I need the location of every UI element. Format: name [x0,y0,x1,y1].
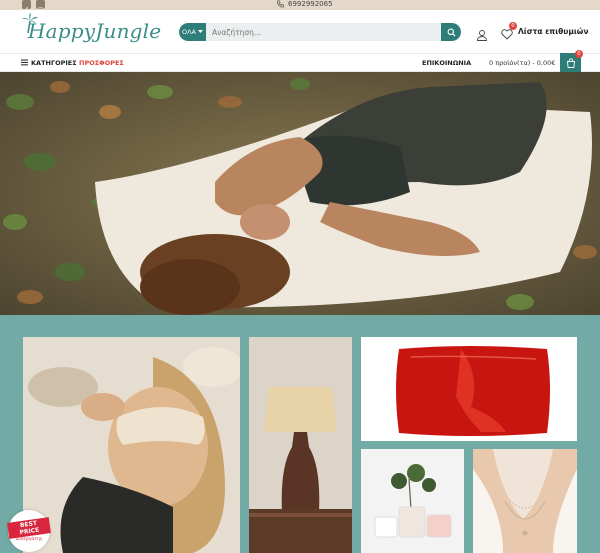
search-button[interactable] [441,23,461,41]
bestprice-partner-badge[interactable]: BEST PRICE Συνεργάτης [7,510,51,552]
lamp-image [249,337,352,553]
search-input[interactable] [206,23,441,41]
cart-summary[interactable]: 0 προϊόν(τα) - 0,00€ [489,54,555,71]
site-header: HappyJungle ΟΛΑ 0 Λίστα επιθυμιών [0,10,600,53]
phone-number: 6992992065 [288,0,333,8]
nav-contact-label: ΕΠΙΚΟΙΝΩΝΙΑ [422,58,472,67]
logo[interactable]: HappyJungle [22,13,162,43]
heart-icon [501,29,513,40]
nav-categories-label: ΚΑΤΗΓΟΡΙΕΣ [31,58,77,67]
main-nav: ΚΑΤΗΓΟΡΙΕΣ ΠΡΟΣΦΟΡΕΣ ΕΠΙΚΟΙΝΩΝΙΑ 0 προϊό… [0,50,600,73]
nav-contact[interactable]: ΕΠΙΚΟΙΝΩΝΙΑ [422,54,471,71]
cart-button[interactable]: 0 [560,50,583,73]
facebook-icon[interactable] [22,0,31,14]
hero-image [0,72,600,315]
nav-categories[interactable]: ΚΑΤΗΓΟΡΙΕΣ [21,54,77,71]
promo-tile-lamp[interactable] [249,337,352,553]
wishlist-label: Λίστα επιθυμιών [518,26,589,36]
partner-badge-subtitle: Συνεργάτης [15,537,43,542]
search-category-label: ΟΛΑ [181,28,196,36]
phone-contact[interactable]: 6992992065 [276,0,333,9]
menu-icon [21,59,28,66]
promo-tile-plants[interactable] [361,449,464,553]
wishlist-count-badge: 0 [509,22,517,30]
pillowcase-image [361,337,577,441]
nav-offers-label: ΠΡΟΣΦΟΡΕΣ [79,58,124,67]
shopping-bag-icon [566,58,575,68]
promo-tile-pillowcase[interactable] [361,337,577,441]
cart-count-badge: 0 [575,50,583,58]
wishlist-icon-wrap: 0 [501,22,517,40]
necklace-image [473,449,577,553]
wishlist-link[interactable]: 0 Λίστα επιθυμιών [501,22,589,40]
caret-down-icon [198,30,203,33]
top-bar: 6992992065 [0,0,600,14]
search-category-select[interactable]: ΟΛΑ [179,23,206,41]
cart-summary-text: 0 προϊόν(τα) - 0,00€ [489,58,556,67]
palm-tree-icon [22,13,38,33]
instagram-icon[interactable] [36,0,45,14]
search-icon [447,28,456,37]
sleep-mask-image [23,337,240,553]
partner-badge-title: BEST PRICE [7,517,51,539]
promo-section [0,315,600,553]
promo-tile-sleep-mask[interactable] [23,337,240,553]
plant-pots-image [361,449,464,553]
logo-text: HappyJungle [28,19,162,43]
nav-offers[interactable]: ΠΡΟΣΦΟΡΕΣ [79,54,124,71]
search-bar: ΟΛΑ [179,23,461,41]
phone-icon [276,0,285,8]
promo-tile-necklace[interactable] [473,449,577,553]
hero-banner[interactable] [0,72,600,315]
account-icon[interactable] [476,26,488,45]
